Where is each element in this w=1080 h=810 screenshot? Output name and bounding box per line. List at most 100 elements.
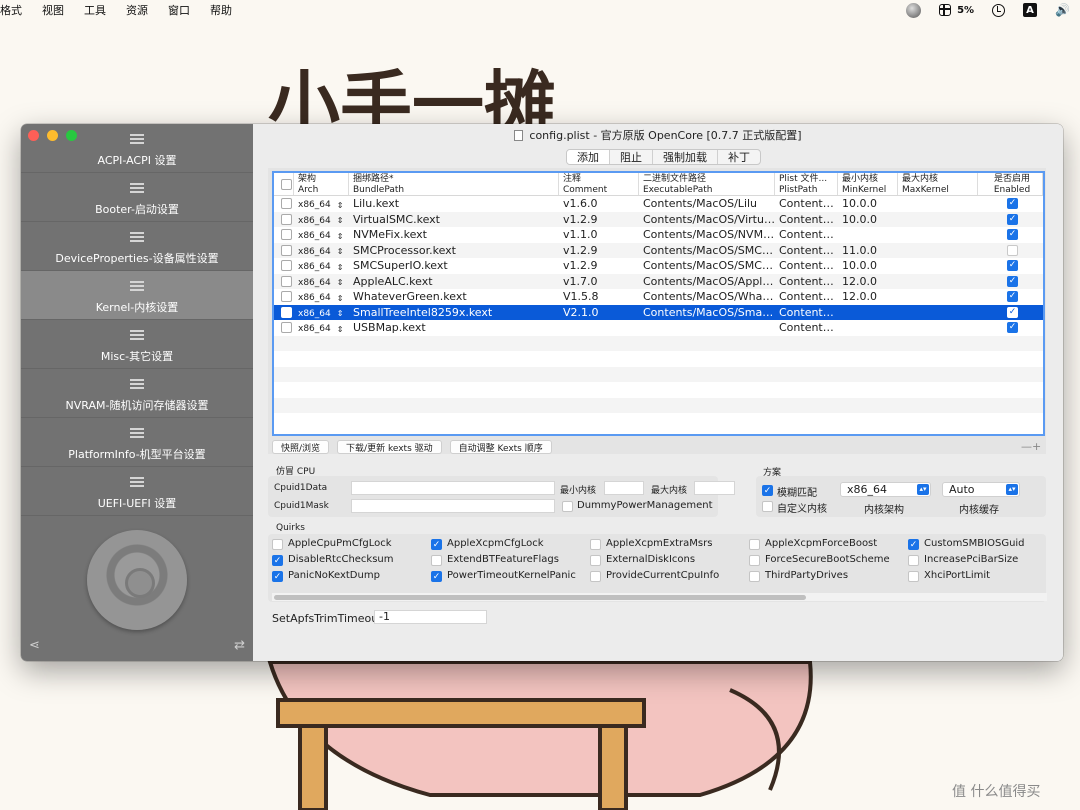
- quirk-checkbox[interactable]: ✓: [272, 539, 283, 550]
- plist-cell[interactable]: Contents...: [775, 228, 838, 241]
- minimize-button[interactable]: [47, 130, 58, 141]
- sidebar-item-nvram[interactable]: NVRAM-随机访问存储器设置: [21, 369, 253, 418]
- cpu-max-kernel-input[interactable]: [694, 481, 735, 495]
- header-bundlepath[interactable]: 捆绑路径* BundlePath: [349, 173, 559, 195]
- comment-cell[interactable]: v1.2.9: [559, 213, 639, 226]
- exec-cell[interactable]: Contents/MacOS/Lilu: [639, 197, 775, 210]
- min-kernel-cell[interactable]: 10.0.0: [838, 213, 898, 226]
- exec-cell[interactable]: Contents/MacOS/AppleA...: [639, 275, 775, 288]
- row-checkbox[interactable]: [281, 291, 292, 303]
- bundle-cell[interactable]: SMCSuperIO.kext: [349, 259, 559, 272]
- comment-cell[interactable]: V2.1.0: [559, 306, 639, 319]
- sidebar-item-platforminfo[interactable]: PlatformInfo-机型平台设置: [21, 418, 253, 467]
- kernel-cache-select[interactable]: Auto ▴▾: [942, 482, 1020, 497]
- row-select-cell[interactable]: [274, 306, 294, 318]
- enabled-checkbox[interactable]: ✓: [1007, 244, 1018, 256]
- quirk-checkbox[interactable]: ✓: [431, 555, 442, 566]
- plist-cell[interactable]: Contents...: [775, 306, 838, 319]
- exec-cell[interactable]: Contents/MacOS/SMCPr...: [639, 244, 775, 257]
- table-row[interactable]: x86_64 ⇕ USBMap.kext Contents... ✓: [274, 320, 1043, 336]
- bundle-cell[interactable]: Lilu.kext: [349, 197, 559, 210]
- header-minkernel[interactable]: 最小内核 MinKernel: [838, 173, 898, 195]
- quirk-checkbox[interactable]: ✓: [272, 555, 283, 566]
- select-all-checkbox[interactable]: [281, 179, 292, 190]
- comment-cell[interactable]: v1.7.0: [559, 275, 639, 288]
- table-row[interactable]: x86_64 ⇕ Lilu.kext v1.6.0 Contents/MacOS/Lil…: [274, 196, 1043, 212]
- min-kernel-cell[interactable]: 11.0.0: [838, 244, 898, 257]
- plist-cell[interactable]: Contents...: [775, 197, 838, 210]
- row-checkbox[interactable]: [281, 229, 292, 241]
- enabled-checkbox[interactable]: ✓: [1007, 198, 1018, 210]
- row-select-cell[interactable]: [274, 275, 294, 287]
- quirk-checkbox[interactable]: ✓: [908, 571, 919, 582]
- quirk-checkbox[interactable]: ✓: [908, 555, 919, 566]
- cpuid1data-input[interactable]: [351, 481, 555, 495]
- enabled-cell[interactable]: ✓: [978, 306, 1043, 318]
- plist-cell[interactable]: Contents...: [775, 275, 838, 288]
- header-enabled[interactable]: 是否启用 Enabled: [978, 173, 1043, 195]
- quirk-checkbox[interactable]: ✓: [590, 539, 601, 550]
- stepper-icon[interactable]: ⇕: [337, 201, 344, 210]
- cpu-min-kernel-input[interactable]: [604, 481, 644, 495]
- comment-cell[interactable]: v1.2.9: [559, 259, 639, 272]
- enabled-cell[interactable]: ✓: [978, 244, 1043, 256]
- row-select-cell[interactable]: [274, 198, 294, 210]
- comment-cell[interactable]: v1.2.9: [559, 244, 639, 257]
- sidebar-item-deviceproperties[interactable]: DeviceProperties-设备属性设置: [21, 222, 253, 271]
- arch-cell[interactable]: x86_64 ⇕: [294, 321, 349, 334]
- exec-cell[interactable]: Contents/MacOS/NVMeFix: [639, 228, 775, 241]
- table-row[interactable]: x86_64 ⇕ SMCSuperIO.kext v1.2.9 Contents/Mac…: [274, 258, 1043, 274]
- quirk-checkbox[interactable]: ✓: [590, 571, 601, 582]
- stepper-icon[interactable]: ⇕: [337, 309, 344, 318]
- enabled-checkbox[interactable]: ✓: [1007, 213, 1018, 225]
- enabled-cell[interactable]: ✓: [978, 229, 1043, 241]
- table-row[interactable]: x86_64 ⇕ AppleALC.kext v1.7.0 Contents/MacOS…: [274, 273, 1043, 289]
- comment-cell[interactable]: V1.5.8: [559, 290, 639, 303]
- arch-cell[interactable]: x86_64 ⇕: [294, 244, 349, 257]
- exec-cell[interactable]: Contents/MacOS/SMCS...: [639, 259, 775, 272]
- arch-cell[interactable]: x86_64 ⇕: [294, 197, 349, 210]
- dummy-power-checkbox[interactable]: ✓: [562, 501, 573, 512]
- tab-patch[interactable]: 补丁: [718, 150, 760, 164]
- download-kexts-button[interactable]: 下载/更新 kexts 驱动: [337, 440, 442, 454]
- bundle-cell[interactable]: NVMeFix.kext: [349, 228, 559, 241]
- min-kernel-cell[interactable]: 10.0.0: [838, 197, 898, 210]
- enabled-cell[interactable]: ✓: [978, 260, 1043, 272]
- enabled-cell[interactable]: ✓: [978, 322, 1043, 334]
- row-select-cell[interactable]: [274, 229, 294, 241]
- min-kernel-cell[interactable]: 10.0.0: [838, 259, 898, 272]
- row-select-cell[interactable]: [274, 322, 294, 334]
- enabled-checkbox[interactable]: ✓: [1007, 229, 1018, 241]
- quirk-checkbox[interactable]: ✓: [749, 539, 760, 550]
- row-select-cell[interactable]: [274, 213, 294, 225]
- arch-cell[interactable]: x86_64 ⇕: [294, 275, 349, 288]
- plist-cell[interactable]: Contents...: [775, 244, 838, 257]
- quirk-checkbox[interactable]: ✓: [590, 555, 601, 566]
- sidebar-item-uefi[interactable]: UEFI-UEFI 设置: [21, 467, 253, 516]
- arch-cell[interactable]: x86_64 ⇕: [294, 306, 349, 319]
- arch-cell[interactable]: x86_64 ⇕: [294, 259, 349, 272]
- table-row[interactable]: x86_64 ⇕ SmallTreeIntel8259x.kext V2.1.0 Con…: [274, 304, 1043, 320]
- min-kernel-cell[interactable]: 12.0.0: [838, 290, 898, 303]
- enabled-cell[interactable]: ✓: [978, 213, 1043, 225]
- custom-kernel-checkbox[interactable]: ✓: [762, 501, 773, 512]
- comment-cell[interactable]: v1.1.0: [559, 228, 639, 241]
- quirk-checkbox[interactable]: ✓: [749, 571, 760, 582]
- plist-cell[interactable]: Contents...: [775, 321, 838, 334]
- close-button[interactable]: [28, 130, 39, 141]
- row-checkbox[interactable]: [281, 322, 292, 334]
- table-row[interactable]: x86_64 ⇕ SMCProcessor.kext v1.2.9 Contents/M…: [274, 242, 1043, 258]
- enabled-cell[interactable]: ✓: [978, 291, 1043, 303]
- zoom-button[interactable]: [66, 130, 77, 141]
- enabled-checkbox[interactable]: ✓: [1007, 275, 1018, 287]
- quirk-checkbox[interactable]: ✓: [749, 555, 760, 566]
- quirk-checkbox[interactable]: ✓: [272, 571, 283, 582]
- quirk-checkbox[interactable]: ✓: [431, 539, 442, 550]
- kernel-arch-select[interactable]: x86_64 ▴▾: [840, 482, 931, 497]
- quirks-scrollbar[interactable]: [272, 593, 1047, 601]
- bundle-cell[interactable]: USBMap.kext: [349, 321, 559, 334]
- row-checkbox[interactable]: [281, 213, 292, 225]
- row-checkbox[interactable]: [281, 198, 292, 210]
- arch-cell[interactable]: x86_64 ⇕: [294, 290, 349, 303]
- bundle-cell[interactable]: WhateverGreen.kext: [349, 290, 559, 303]
